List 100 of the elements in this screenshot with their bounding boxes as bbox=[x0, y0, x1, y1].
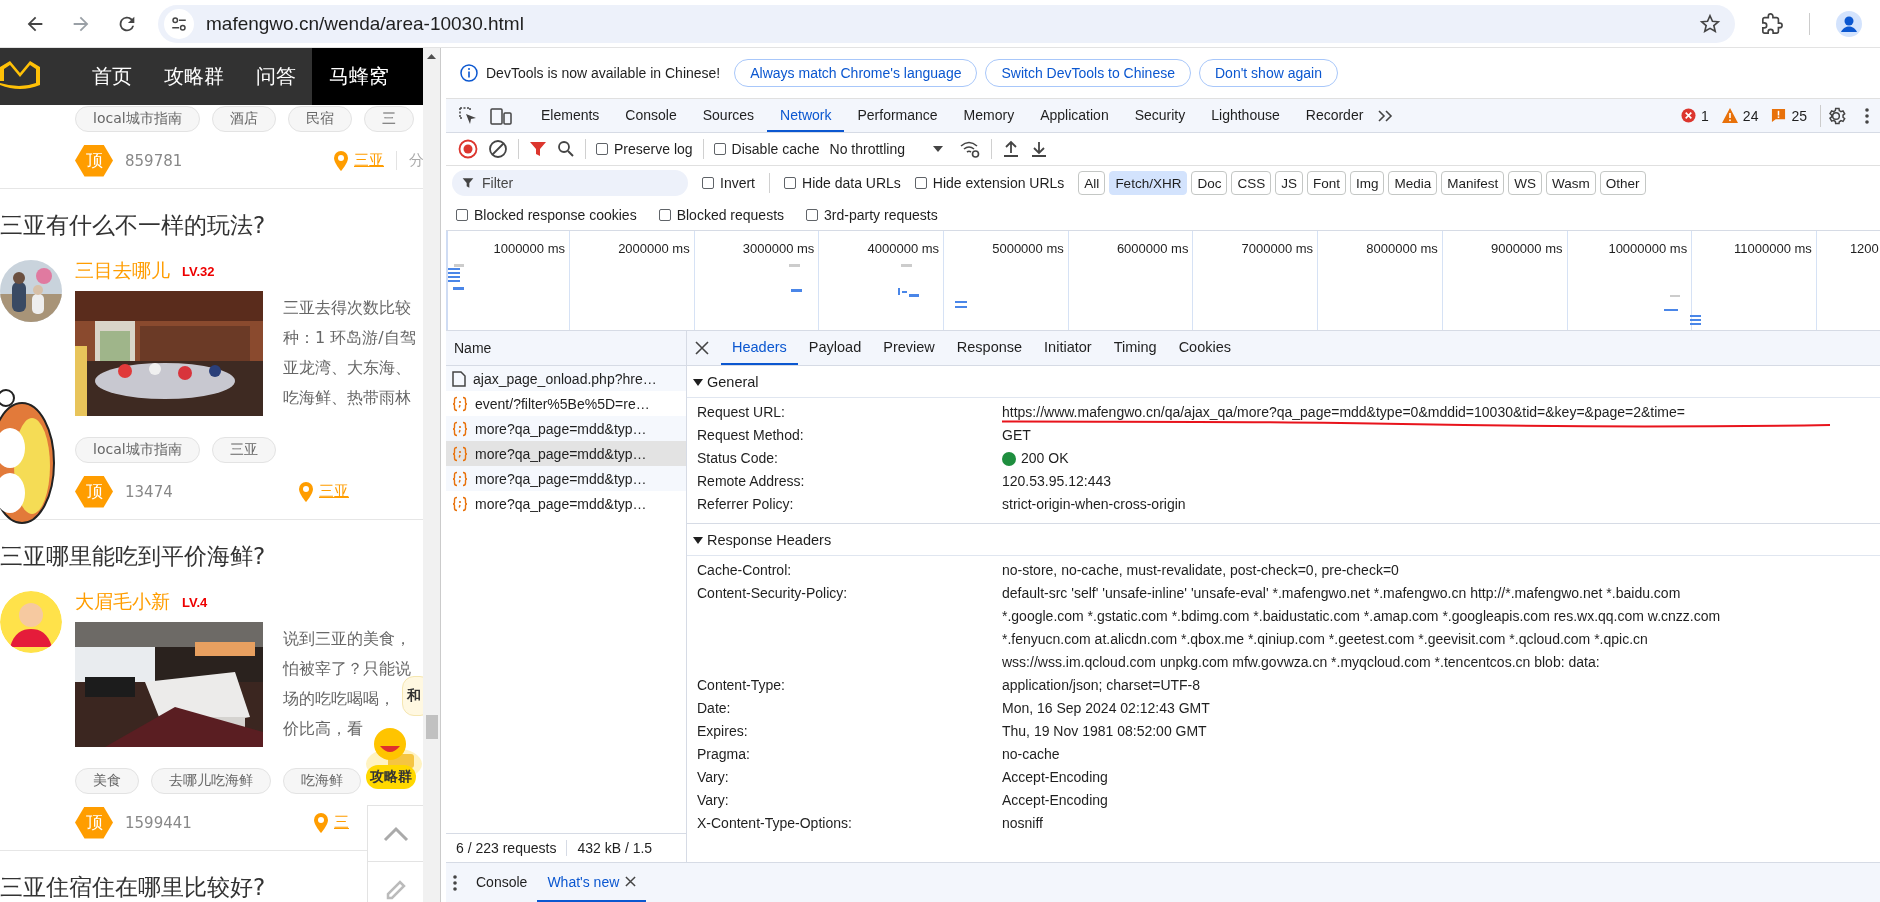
issue-count[interactable]: 25 bbox=[1791, 107, 1807, 124]
tag-chip[interactable]: 酒店 bbox=[211, 106, 276, 132]
panel-tab[interactable]: Network bbox=[767, 99, 845, 132]
download-icon[interactable] bbox=[1030, 140, 1048, 158]
detail-tab[interactable]: Headers bbox=[721, 331, 798, 365]
type-filter-button[interactable]: Other bbox=[1599, 171, 1646, 195]
scroll-thumb[interactable] bbox=[426, 715, 438, 739]
caret-icon[interactable] bbox=[933, 146, 943, 152]
network-conditions-icon[interactable] bbox=[959, 139, 981, 159]
close-icon[interactable] bbox=[625, 876, 637, 887]
request-row[interactable]: more?qa_page=mdd&typ… bbox=[446, 416, 686, 441]
detail-tab[interactable]: Preview bbox=[872, 331, 946, 365]
clear-icon[interactable] bbox=[488, 139, 508, 159]
drawer-tab[interactable]: What's new bbox=[537, 863, 647, 902]
detail-tab[interactable]: Initiator bbox=[1033, 331, 1103, 365]
question-title[interactable]: 三亚住宿住在哪里比较好? bbox=[0, 869, 266, 902]
panel-tab[interactable]: Performance bbox=[844, 99, 951, 132]
request-row[interactable]: more?qa_page=mdd&typ… bbox=[446, 441, 686, 466]
panel-tab[interactable]: Memory bbox=[950, 99, 1028, 132]
more-icon[interactable] bbox=[1864, 106, 1870, 125]
close-icon[interactable] bbox=[695, 341, 709, 355]
type-filter-button[interactable]: Img bbox=[1349, 171, 1385, 195]
panel-tab[interactable]: Recorder bbox=[1292, 99, 1377, 132]
hide-extension-urls-checkbox[interactable]: Hide extension URLs bbox=[914, 175, 1065, 191]
address-bar[interactable]: mafengwo.cn/wenda/area-10030.html bbox=[158, 4, 1735, 43]
upload-icon[interactable] bbox=[1002, 140, 1020, 158]
panel-tab[interactable]: Sources bbox=[689, 99, 768, 132]
sliders-icon[interactable] bbox=[170, 14, 188, 33]
detail-tab[interactable]: Payload bbox=[797, 331, 873, 365]
tag-chip[interactable]: 三亚 bbox=[211, 437, 276, 463]
filter-icon[interactable] bbox=[529, 140, 547, 158]
funnel-icon bbox=[462, 177, 474, 189]
nav-link[interactable]: 问答 bbox=[240, 48, 312, 105]
infobar-button[interactable]: Switch DevTools to Chinese bbox=[985, 59, 1191, 87]
request-row[interactable]: event/?filter%5Be%5D=re… bbox=[446, 391, 686, 416]
search-icon[interactable] bbox=[557, 140, 575, 158]
type-filter-button[interactable]: JS bbox=[1275, 171, 1303, 195]
inspect-icon[interactable] bbox=[458, 105, 478, 126]
throttling-dropdown[interactable]: No throttling bbox=[829, 141, 943, 157]
panel-tab[interactable]: Elements bbox=[528, 99, 613, 132]
scrollbar[interactable] bbox=[423, 48, 440, 902]
panel-tab[interactable]: Console bbox=[612, 99, 690, 132]
warning-count[interactable]: 24 bbox=[1742, 107, 1759, 124]
panel-tab[interactable]: Lighthouse bbox=[1198, 99, 1293, 132]
type-filter-button[interactable]: Wasm bbox=[1546, 171, 1596, 195]
drawer-tab[interactable]: Console bbox=[466, 863, 538, 902]
panel-tab[interactable]: Application bbox=[1027, 99, 1122, 132]
type-filter-button[interactable]: CSS bbox=[1231, 171, 1272, 195]
request-row[interactable]: more?qa_page=mdd&typ… bbox=[446, 466, 686, 491]
tag-chip[interactable]: 三 bbox=[363, 106, 414, 132]
type-filter-button[interactable]: Manifest bbox=[1441, 171, 1505, 195]
panel-tab[interactable]: Security bbox=[1121, 99, 1199, 132]
triangle-icon[interactable] bbox=[693, 534, 703, 545]
tag-chip[interactable]: 美食 bbox=[75, 768, 139, 794]
filter-field[interactable]: Filter bbox=[452, 170, 688, 196]
drawer-menu-icon[interactable] bbox=[452, 873, 458, 892]
tag-chip[interactable]: local城市指南 bbox=[75, 437, 200, 463]
detail-tab[interactable]: Timing bbox=[1102, 331, 1168, 365]
nav-link[interactable]: 攻略群 bbox=[148, 48, 240, 105]
group-chat-button[interactable]: 攻略群 bbox=[366, 765, 416, 789]
type-filter-button[interactable]: Font bbox=[1306, 171, 1346, 195]
star-icon[interactable] bbox=[1699, 12, 1721, 35]
tag-chip[interactable]: 去哪儿吃海鲜 bbox=[151, 768, 271, 794]
site-info-button[interactable] bbox=[164, 8, 194, 39]
invert-checkbox[interactable]: Invert bbox=[702, 175, 755, 191]
profile-icon[interactable] bbox=[1836, 10, 1862, 37]
error-count[interactable]: 1 bbox=[1701, 107, 1709, 124]
hide-data-urls-checkbox[interactable]: Hide data URLs bbox=[784, 175, 901, 191]
question-title[interactable]: 三亚有什么不一样的玩法? bbox=[0, 207, 266, 243]
filter-checkbox[interactable]: 3rd-party requests bbox=[806, 207, 938, 223]
tag-chip[interactable]: local城市指南 bbox=[75, 106, 200, 132]
settings-icon[interactable] bbox=[1826, 105, 1846, 126]
section-header[interactable]: General bbox=[687, 366, 1880, 398]
triangle-icon[interactable] bbox=[693, 376, 703, 387]
nav-link[interactable]: 首页 bbox=[76, 48, 148, 105]
tag-chip[interactable]: 民宿 bbox=[287, 106, 352, 132]
question-title[interactable]: 三亚哪里能吃到平价海鲜? bbox=[0, 538, 266, 574]
type-filter-button[interactable]: Doc bbox=[1191, 171, 1228, 195]
detail-tab[interactable]: Response bbox=[945, 331, 1034, 365]
nav-link[interactable]: 马蜂窝 bbox=[312, 48, 423, 105]
column-header[interactable]: Name bbox=[454, 340, 492, 356]
record-button[interactable] bbox=[458, 139, 478, 159]
request-row[interactable]: more?qa_page=mdd&typ… bbox=[446, 491, 686, 516]
more-tabs-icon[interactable] bbox=[1376, 107, 1395, 124]
detail-tab[interactable]: Cookies bbox=[1167, 331, 1243, 365]
type-filter-button[interactable]: Media bbox=[1388, 171, 1438, 195]
filter-checkbox[interactable]: Blocked requests bbox=[658, 207, 785, 223]
puzzle-icon[interactable] bbox=[1761, 12, 1783, 35]
type-filter-button[interactable]: WS bbox=[1508, 171, 1543, 195]
disable-cache-checkbox[interactable]: Disable cache bbox=[713, 141, 820, 157]
infobar-button[interactable]: Don't show again bbox=[1199, 59, 1338, 87]
filter-checkbox[interactable]: Blocked response cookies bbox=[456, 207, 637, 223]
type-filter-button[interactable]: All bbox=[1078, 171, 1106, 195]
device-icon[interactable] bbox=[490, 105, 512, 126]
tag-chip[interactable]: 吃海鲜 bbox=[283, 768, 361, 794]
type-filter-button[interactable]: Fetch/XHR bbox=[1109, 171, 1188, 195]
preserve-log-checkbox[interactable]: Preserve log bbox=[596, 141, 693, 157]
section-header[interactable]: Response Headers bbox=[687, 524, 1880, 556]
request-row[interactable]: ajax_page_onload.php?hre… bbox=[446, 366, 686, 391]
infobar-button[interactable]: Always match Chrome's language bbox=[734, 59, 978, 87]
